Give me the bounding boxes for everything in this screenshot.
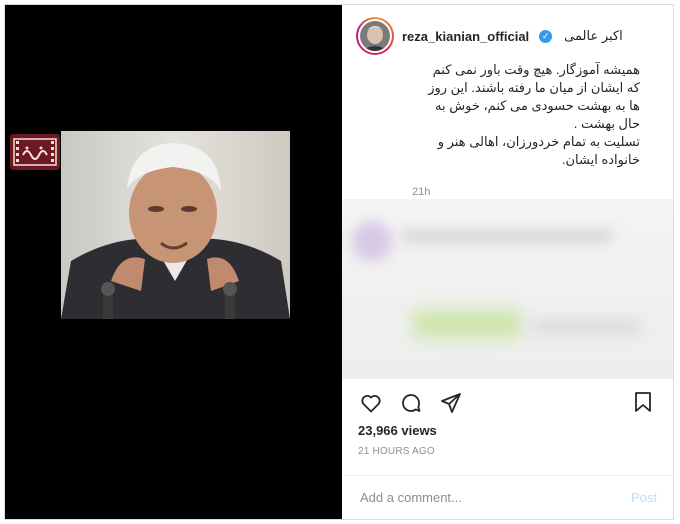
post-timestamp[interactable]: 21 HOURS AGO	[358, 446, 435, 457]
caption-line: حال بهشت .	[573, 116, 640, 131]
post-comment-button[interactable]: Post	[631, 490, 657, 505]
verified-badge-icon: ✓	[539, 29, 553, 43]
channel-logo	[10, 134, 60, 170]
caption-line: ها به بهشت حسودی می کنم، خوش به	[435, 98, 640, 113]
like-button[interactable]	[358, 390, 384, 416]
post-media[interactable]	[5, 5, 342, 519]
comment-bar: Post	[342, 475, 673, 519]
post-sidebar: reza_kianian_official ✓ اکبر عالمی همیشه…	[342, 5, 673, 519]
caption-line: که ایشان از میان ما رفته باشند. این روز	[428, 80, 640, 95]
bookmark-icon	[635, 392, 651, 412]
comment-input[interactable]	[358, 489, 631, 506]
blurred-comments	[342, 199, 673, 379]
post-caption: همیشه آموزگار. هیچ وقت باور نمی کنم که ا…	[402, 61, 640, 169]
username-link[interactable]: reza_kianian_official	[402, 29, 529, 44]
caption-line: خانواده ایشان.	[561, 152, 640, 167]
post-photo	[61, 131, 290, 319]
comment-button[interactable]	[398, 390, 424, 416]
views-count[interactable]: 23,966 views	[358, 423, 437, 438]
post-header: reza_kianian_official ✓ اکبر عالمی	[342, 5, 673, 67]
caption-line: تسلیت به تمام خردورزان، اهالی هنر و	[437, 134, 640, 149]
avatar[interactable]	[356, 17, 394, 55]
save-button[interactable]	[631, 390, 657, 416]
post-dialog: reza_kianian_official ✓ اکبر عالمی همیشه…	[4, 4, 674, 520]
action-bar	[342, 383, 673, 423]
share-icon	[441, 393, 461, 413]
share-button[interactable]	[438, 390, 464, 416]
caption-timestamp[interactable]: 21h	[412, 186, 430, 198]
film-strip-logo-icon	[13, 138, 57, 166]
location-link[interactable]: اکبر عالمی	[564, 28, 623, 44]
heart-icon	[361, 395, 381, 413]
caption-line: همیشه آموزگار. هیچ وقت باور نمی کنم	[432, 62, 640, 77]
comment-icon	[402, 394, 421, 412]
